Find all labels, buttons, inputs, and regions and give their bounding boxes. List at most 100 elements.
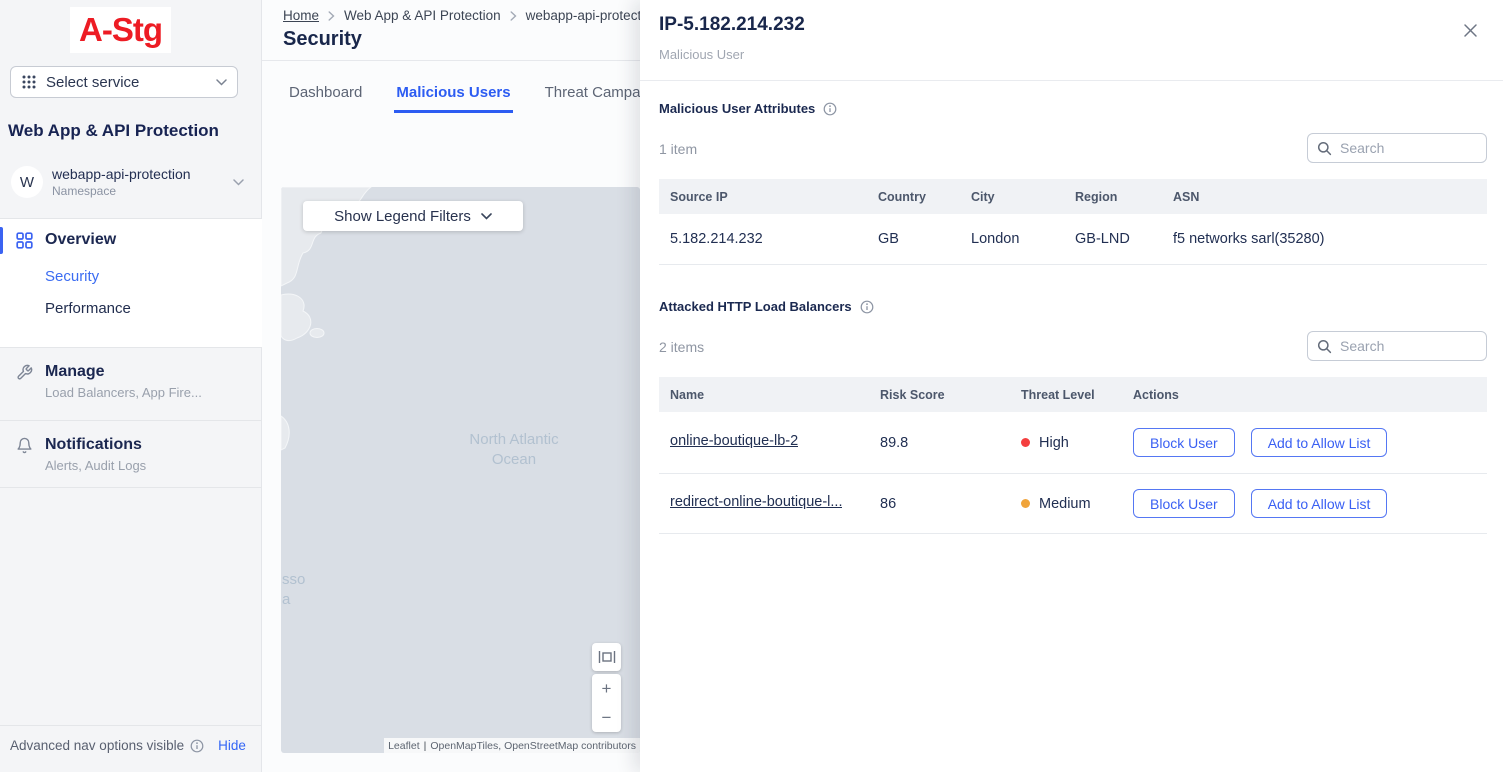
fit-bounds-icon xyxy=(598,650,616,664)
select-service-label: Select service xyxy=(46,74,216,91)
wrench-icon xyxy=(16,364,33,381)
zoom-out-button[interactable]: − xyxy=(592,703,621,732)
attribution-separator: | xyxy=(424,740,427,752)
threat-level-label: High xyxy=(1039,435,1069,451)
leaflet-attribution-link[interactable]: Leaflet xyxy=(388,740,420,752)
item-count: 2 items xyxy=(659,339,704,355)
cell-risk-score: 86 xyxy=(880,496,1021,512)
advanced-nav-label: Advanced nav options visible xyxy=(10,738,184,753)
col-city: City xyxy=(971,190,1075,204)
namespace-selector[interactable]: W webapp-api-protection Namespace xyxy=(0,160,262,204)
chevron-down-icon xyxy=(216,79,227,86)
cell-asn: f5 networks sarl(35280) xyxy=(1173,231,1487,247)
sidebar-item-subtitle: Alerts, Audit Logs xyxy=(45,458,262,473)
apps-grid-icon xyxy=(21,74,37,90)
attributes-search xyxy=(1307,133,1487,163)
active-section-indicator xyxy=(0,227,3,254)
chevron-down-icon xyxy=(233,179,244,186)
close-icon xyxy=(1463,23,1478,38)
sidebar-item-notifications[interactable]: Notifications Alerts, Audit Logs xyxy=(0,436,262,473)
cell-region: GB-LND xyxy=(1075,231,1173,247)
col-source-ip: Source IP xyxy=(659,190,878,204)
search-icon xyxy=(1317,339,1332,354)
cell-country: GB xyxy=(878,231,971,247)
select-service-dropdown[interactable]: Select service xyxy=(10,66,238,98)
hide-advanced-nav-link[interactable]: Hide xyxy=(218,738,246,753)
show-legend-filters-button[interactable]: Show Legend Filters xyxy=(303,201,523,231)
namespace-avatar: W xyxy=(11,166,43,198)
block-user-button[interactable]: Block User xyxy=(1133,428,1235,457)
legend-button-label: Show Legend Filters xyxy=(334,208,471,225)
breadcrumb-service[interactable]: Web App & API Protection xyxy=(344,8,501,23)
sidebar-item-subtitle: Load Balancers, App Fire... xyxy=(45,385,262,400)
col-asn: ASN xyxy=(1173,190,1487,204)
col-name: Name xyxy=(659,388,880,402)
zoom-in-button[interactable]: + xyxy=(592,674,621,703)
section-header-attributes: Malicious User Attributes xyxy=(659,101,837,116)
cell-threat-level: Medium xyxy=(1021,496,1133,512)
item-count: 1 item xyxy=(659,141,697,157)
bell-icon xyxy=(16,437,33,454)
table-row: 5.182.214.232 GB London GB-LND f5 networ… xyxy=(659,214,1487,265)
add-to-allow-list-button[interactable]: Add to Allow List xyxy=(1251,489,1388,518)
breadcrumb-home[interactable]: Home xyxy=(283,8,319,23)
threat-level-dot xyxy=(1021,438,1030,447)
search-icon xyxy=(1317,141,1332,156)
map-fit-bounds-button[interactable] xyxy=(592,643,621,671)
info-icon[interactable] xyxy=(823,102,837,116)
load-balancers-table: Name Risk Score Threat Level Actions onl… xyxy=(659,377,1487,534)
page-title: Security xyxy=(283,28,362,51)
table-row: online-boutique-lb-2 89.8 High Block Use… xyxy=(659,412,1487,474)
sidebar-item-security[interactable]: Security xyxy=(45,261,262,293)
col-threat-level: Threat Level xyxy=(1021,388,1133,402)
sidebar-item-manage[interactable]: Manage Load Balancers, App Fire... xyxy=(0,363,262,400)
close-drawer-button[interactable] xyxy=(1460,20,1480,40)
tab-bar: Dashboard Malicious Users Threat Campaig… xyxy=(287,78,670,113)
namespace-name: webapp-api-protection xyxy=(52,166,233,182)
block-user-button[interactable]: Block User xyxy=(1133,489,1235,518)
search-input[interactable] xyxy=(1340,338,1503,354)
threat-level-label: Medium xyxy=(1039,496,1091,512)
divider xyxy=(0,487,262,488)
chevron-down-icon xyxy=(481,213,492,220)
section-header-load-balancers: Attacked HTTP Load Balancers xyxy=(659,299,874,314)
sidebar-item-label: Notifications xyxy=(45,436,142,454)
chevron-right-icon xyxy=(510,11,517,21)
brand-logo-text: A-Stg xyxy=(79,11,162,49)
sidebar-item-label: Manage xyxy=(45,363,105,381)
cell-actions: Block User Add to Allow List xyxy=(1133,428,1487,457)
search-input[interactable] xyxy=(1340,140,1503,156)
attributes-table: Source IP Country City Region ASN 5.182.… xyxy=(659,179,1487,265)
sidebar-item-label: Overview xyxy=(45,231,116,249)
map-attribution: Leaflet | OpenMapTiles, OpenStreetMap co… xyxy=(384,738,640,753)
service-section-title: Web App & API Protection xyxy=(8,121,219,141)
tiles-attribution-link[interactable]: OpenMapTiles, OpenStreetMap contributors xyxy=(430,740,636,752)
sidebar-item-performance[interactable]: Performance xyxy=(45,293,262,325)
table-header-row: Name Risk Score Threat Level Actions xyxy=(659,377,1487,412)
tab-malicious-users[interactable]: Malicious Users xyxy=(394,78,512,113)
section-title: Malicious User Attributes xyxy=(659,101,815,116)
add-to-allow-list-button[interactable]: Add to Allow List xyxy=(1251,428,1388,457)
sidebar-section-overview: Overview Security Performance xyxy=(0,219,262,347)
sidebar-item-overview[interactable]: Overview xyxy=(0,219,262,261)
divider xyxy=(0,420,262,421)
cell-source-ip: 5.182.214.232 xyxy=(659,231,878,247)
world-map[interactable]: North Atlantic Ocean sso a Show Legend F… xyxy=(281,187,640,753)
col-actions: Actions xyxy=(1133,388,1487,402)
breadcrumb: Home Web App & API Protection webapp-api… xyxy=(283,8,659,23)
cell-actions: Block User Add to Allow List xyxy=(1133,489,1487,518)
info-icon xyxy=(190,739,204,753)
chevron-right-icon xyxy=(328,11,335,21)
load-balancer-link[interactable]: online-boutique-lb-2 xyxy=(670,433,798,449)
drawer-title: IP-5.182.214.232 xyxy=(659,14,805,36)
info-icon[interactable] xyxy=(860,300,874,314)
namespace-type-label: Namespace xyxy=(52,184,233,198)
tab-dashboard[interactable]: Dashboard xyxy=(287,78,364,113)
load-balancers-search xyxy=(1307,331,1487,361)
brand-logo[interactable]: A-Stg xyxy=(70,7,171,53)
table-header-row: Source IP Country City Region ASN xyxy=(659,179,1487,214)
col-risk-score: Risk Score xyxy=(880,388,1021,402)
map-zoom-controls: + − xyxy=(592,674,621,732)
divider xyxy=(640,80,1503,81)
load-balancer-link[interactable]: redirect-online-boutique-l... xyxy=(670,494,842,510)
